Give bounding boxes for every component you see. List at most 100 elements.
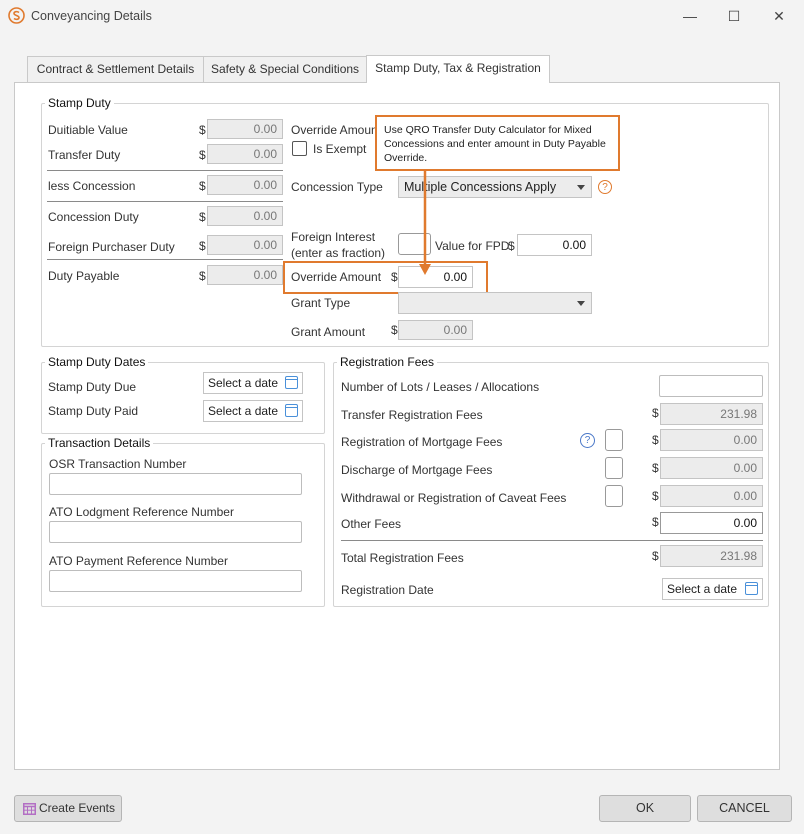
chevron-down-icon [577,185,585,190]
window-title: Conveyancing Details [31,9,152,23]
ato-lodgment-label: ATO Lodgment Reference Number [49,505,234,519]
minimize-button[interactable]: — [679,6,701,26]
tab-stamp-duty-tax-registration[interactable]: Stamp Duty, Tax & Registration [366,55,550,83]
grant-type-label: Grant Type [291,296,351,310]
stamp-duty-title: Stamp Duty [45,96,114,110]
chevron-down-icon [577,301,585,306]
transfer-duty-label: Transfer Duty [48,148,121,162]
override-amount-top-label: Override Amount [291,123,375,137]
ato-lodgment-input[interactable] [49,521,302,543]
currency-symbol: $ [199,148,206,162]
currency-symbol: $ [652,461,659,475]
close-button[interactable]: ✕ [768,6,790,26]
callout-tooltip: Use QRO Transfer Duty Calculator for Mix… [375,115,620,171]
duitiable-value-label: Duitiable Value [48,123,128,137]
number-of-lots-input[interactable] [659,375,763,397]
caveat-fees-field[interactable]: 0.00 [660,485,763,507]
grant-amount-label: Grant Amount [291,325,366,339]
cancel-button[interactable]: CANCEL [697,795,792,822]
calendar-icon[interactable] [285,404,298,417]
divider [341,540,763,541]
mortgage-fees-checkbox[interactable] [605,429,623,451]
mortgage-fees-label: Registration of Mortgage Fees [341,435,503,449]
stamp-duty-dates-title: Stamp Duty Dates [45,355,149,369]
is-exempt-label: Is Exempt [313,142,367,156]
currency-symbol: $ [508,239,515,253]
tab-contract-settlement[interactable]: Contract & Settlement Details [27,56,204,82]
total-registration-fees-field[interactable]: 231.98 [660,545,763,567]
number-of-lots-label: Number of Lots / Leases / Allocations [341,380,540,394]
currency-symbol: $ [652,515,659,529]
divider [47,259,283,260]
total-registration-fees-label: Total Registration Fees [341,551,464,565]
registration-date-datepicker[interactable]: Select a date [662,578,763,600]
is-exempt-checkbox[interactable] [292,141,307,156]
transfer-duty-field[interactable]: 0.00 [207,144,283,164]
divider [47,170,283,171]
other-fees-label: Other Fees [341,517,402,531]
currency-symbol: $ [199,210,206,224]
concession-duty-label: Concession Duty [48,210,139,224]
mortgage-fees-field[interactable]: 0.00 [660,429,763,451]
date-placeholder: Select a date [208,404,279,418]
transfer-registration-fees-field[interactable]: 231.98 [660,403,763,425]
value-for-fpd-label: Value for FPD [435,239,510,253]
registration-fees-title: Registration Fees [337,355,438,369]
concession-duty-field[interactable]: 0.00 [207,206,283,226]
duty-payable-label: Duty Payable [48,269,120,283]
caveat-fees-checkbox[interactable] [605,485,623,507]
osr-transaction-input[interactable] [49,473,302,495]
ok-button[interactable]: OK [599,795,691,822]
ato-payment-label: ATO Payment Reference Number [49,554,228,568]
date-placeholder: Select a date [667,582,738,596]
grant-type-select[interactable] [398,292,592,314]
divider [47,201,283,202]
stamp-duty-paid-label: Stamp Duty Paid [48,404,139,418]
currency-symbol: $ [652,406,659,420]
less-concession-field[interactable]: 0.00 [207,175,283,195]
calendar-icon[interactable] [745,582,758,595]
override-amount-label: Override Amount [291,270,382,284]
currency-symbol: $ [199,269,206,283]
currency-symbol: $ [391,323,398,337]
create-events-label: Create Events [38,801,116,815]
app-logo-icon [8,7,25,24]
grant-amount-field[interactable]: 0.00 [398,320,473,340]
duitiable-value-field[interactable]: 0.00 [207,119,283,139]
osr-transaction-label: OSR Transaction Number [49,457,187,471]
value-for-fpd-field[interactable]: 0.00 [517,234,592,256]
foreign-purchaser-duty-field[interactable]: 0.00 [207,235,283,255]
caveat-fees-label: Withdrawal or Registration of Caveat Fee… [341,491,567,505]
calendar-icon[interactable] [285,376,298,389]
currency-symbol: $ [652,549,659,563]
calendar-icon [23,803,36,815]
currency-symbol: $ [652,489,659,503]
ato-payment-input[interactable] [49,570,302,592]
currency-symbol: $ [199,123,206,137]
discharge-mortgage-fees-label: Discharge of Mortgage Fees [341,463,493,477]
foreign-purchaser-duty-label: Foreign Purchaser Duty [48,240,175,254]
callout-arrow-icon [419,171,431,275]
help-icon[interactable]: ? [598,180,612,194]
override-amount-field[interactable]: 0.00 [398,266,473,288]
transfer-registration-fees-label: Transfer Registration Fees [341,408,483,422]
stamp-duty-due-datepicker[interactable]: Select a date [203,372,303,394]
foreign-interest-sublabel: (enter as fraction) [291,246,386,260]
less-concession-label: less Concession [48,179,136,193]
tab-safety-special-conditions[interactable]: Safety & Special Conditions [203,56,367,82]
maximize-button[interactable]: ☐ [723,6,745,26]
discharge-mortgage-checkbox[interactable] [605,457,623,479]
stamp-duty-due-label: Stamp Duty Due [48,380,137,394]
foreign-interest-label: Foreign Interest [291,230,376,244]
duty-payable-field[interactable]: 0.00 [207,265,283,285]
transaction-details-title: Transaction Details [45,436,154,450]
registration-date-label: Registration Date [341,583,434,597]
concession-type-label: Concession Type [291,180,383,194]
currency-symbol: $ [391,270,398,284]
discharge-mortgage-fees-field[interactable]: 0.00 [660,457,763,479]
currency-symbol: $ [652,433,659,447]
other-fees-field[interactable]: 0.00 [660,512,763,534]
help-icon[interactable]: ? [580,433,595,448]
currency-symbol: $ [199,179,206,193]
stamp-duty-paid-datepicker[interactable]: Select a date [203,400,303,422]
